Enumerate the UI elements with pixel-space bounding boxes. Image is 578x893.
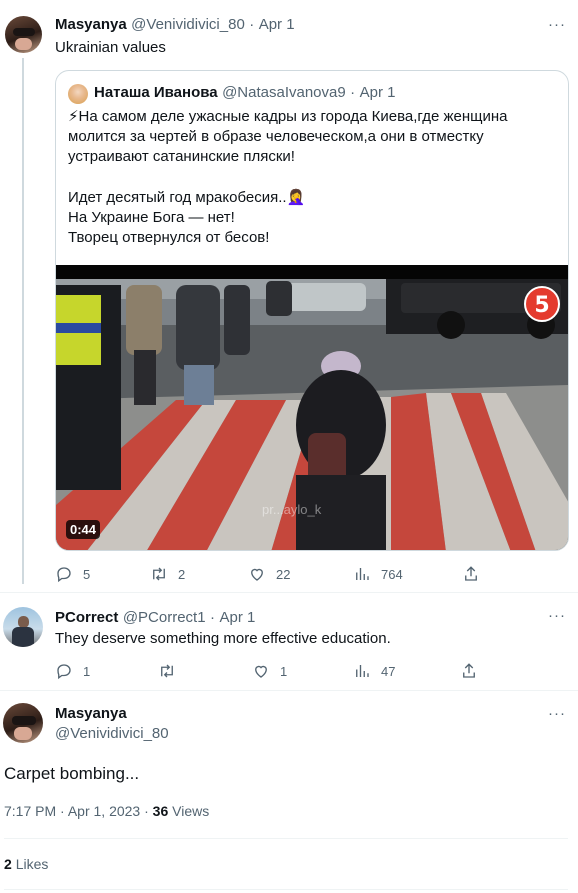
tweet-text: They deserve something more effective ed… xyxy=(55,630,391,647)
author-handle[interactable]: @PCorrect1 xyxy=(123,609,206,626)
retweet-icon xyxy=(161,664,173,678)
tweet-header: Masyanya @Venividivici_80 · Apr 1 xyxy=(55,16,295,34)
quote-line xyxy=(68,168,563,188)
quote-line: На Украине Бога — нет! xyxy=(68,208,235,226)
separator: · xyxy=(249,16,255,33)
like-button[interactable]: 22 xyxy=(248,565,290,583)
reply-icon xyxy=(57,567,71,583)
divider xyxy=(0,592,578,593)
quote-text: ⚡На самом деле ужасные кадры из города К… xyxy=(68,107,563,248)
more-options-button[interactable]: ··· xyxy=(548,705,566,722)
author-name[interactable]: PCorrect xyxy=(55,609,118,626)
quote-author-handle[interactable]: @NatasaIvanova9 xyxy=(222,84,346,101)
heart-icon xyxy=(251,568,263,581)
analytics-icon xyxy=(356,665,369,677)
thread-line xyxy=(22,58,24,584)
divider xyxy=(0,690,578,691)
quote-line: Идет десятый год мракобесия..🤦‍♀️ xyxy=(68,188,306,206)
views-count: 36 xyxy=(152,803,169,819)
like-button[interactable]: 1 xyxy=(252,662,287,680)
quote-line: Творец отвернулся от бесов! xyxy=(68,229,270,247)
reply-count: 1 xyxy=(83,663,91,679)
tweet-text: Ukrainian values xyxy=(55,39,166,56)
retweet-icon xyxy=(153,567,165,581)
likes-count: 2 xyxy=(4,856,12,872)
heart-icon xyxy=(255,665,267,678)
views-button[interactable]: 764 xyxy=(353,565,403,583)
author-name[interactable]: Masyanya xyxy=(55,705,127,722)
author-handle[interactable]: @Venividivici_80 xyxy=(55,725,169,742)
author-handle[interactable]: @Venividivici_80 xyxy=(131,16,245,33)
video-player[interactable]: 5 pr...aylo_k 0:44 xyxy=(56,265,568,550)
tweet-header: PCorrect @PCorrect1 · Apr 1 xyxy=(55,609,255,627)
analytics-icon xyxy=(356,568,369,580)
separator: · xyxy=(144,803,149,819)
quote-header: Наташа Иванова @NatasaIvanova9 · Apr 1 xyxy=(94,84,395,102)
retweet-button[interactable] xyxy=(158,662,186,680)
divider xyxy=(4,838,568,839)
likes-summary[interactable]: 2 Likes xyxy=(4,856,48,872)
svg-text:5: 5 xyxy=(534,293,549,318)
tweet-date[interactable]: Apr 1 xyxy=(219,609,255,626)
separator: · xyxy=(350,84,356,101)
video-watermark: pr...aylo_k xyxy=(262,502,322,517)
reply-button[interactable]: 1 xyxy=(55,662,90,680)
more-options-button[interactable]: ··· xyxy=(548,607,566,624)
quote-avatar[interactable] xyxy=(68,84,88,104)
share-icon xyxy=(465,566,477,581)
quote-line: ⚡На самом деле ужасные кадры из города К… xyxy=(68,108,508,125)
divider xyxy=(4,889,568,890)
tweet-time[interactable]: 7:17 PM xyxy=(4,803,56,819)
reply-button[interactable]: 5 xyxy=(55,565,90,583)
avatar[interactable] xyxy=(3,703,43,743)
reply-icon xyxy=(57,664,71,680)
avatar[interactable] xyxy=(5,16,42,53)
avatar[interactable] xyxy=(3,607,43,647)
view-count: 47 xyxy=(381,663,396,679)
more-options-button[interactable]: ··· xyxy=(548,16,566,33)
share-icon xyxy=(463,663,475,678)
author-name[interactable]: Masyanya xyxy=(55,16,127,33)
quote-date: Apr 1 xyxy=(359,84,396,101)
tweet-date[interactable]: Apr 1, 2023 xyxy=(68,803,140,819)
share-button[interactable] xyxy=(462,565,480,583)
view-count: 764 xyxy=(381,566,403,582)
like-count: 1 xyxy=(280,663,288,679)
quote-author-name[interactable]: Наташа Иванова xyxy=(94,84,218,101)
quoted-tweet[interactable]: Наташа Иванова @NatasaIvanova9 · Apr 1 ⚡… xyxy=(55,70,569,551)
tweet-meta: 7:17 PM · Apr 1, 2023 · 36 Views xyxy=(4,803,209,819)
separator: · xyxy=(60,803,65,819)
separator: · xyxy=(210,609,216,626)
tweet-date[interactable]: Apr 1 xyxy=(259,16,295,33)
tweet-text: Carpet bombing... xyxy=(4,764,140,783)
reply-count: 5 xyxy=(83,566,91,582)
like-count: 22 xyxy=(276,566,291,582)
retweet-button[interactable]: 2 xyxy=(150,565,185,583)
retweet-count: 2 xyxy=(178,566,186,582)
views-label: Views xyxy=(172,803,210,819)
channel-logo-icon: 5 xyxy=(524,286,560,322)
views-button[interactable]: 47 xyxy=(353,662,395,680)
quote-line: молится за чертей в образе человеческом,… xyxy=(68,128,484,146)
video-duration: 0:44 xyxy=(66,520,101,539)
likes-label: Likes xyxy=(15,856,49,872)
quote-line: устраивают сатанинские пляски! xyxy=(68,148,295,166)
share-button[interactable] xyxy=(460,662,478,680)
